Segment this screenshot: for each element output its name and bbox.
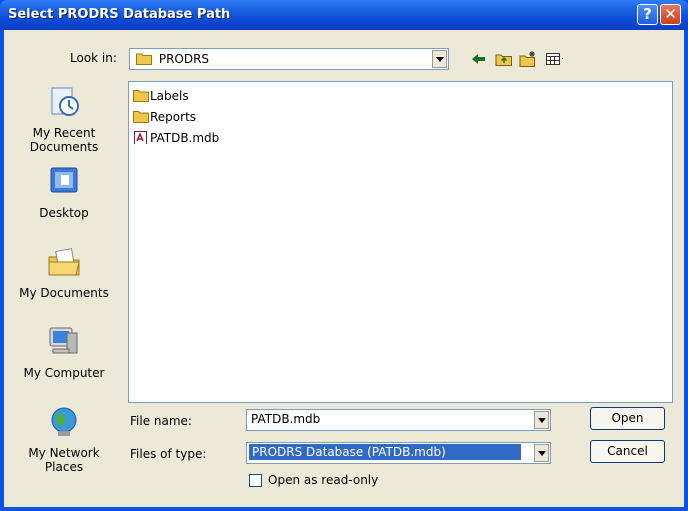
folder-icon — [133, 90, 149, 102]
list-item[interactable]: Labels — [133, 88, 189, 106]
place-my-network-places[interactable]: My Network Places — [6, 405, 122, 474]
close-button[interactable]: ✕ — [660, 4, 681, 25]
file-list[interactable]: Labels Reports PATDB.mdb — [128, 81, 673, 403]
filetype-value: PRODRS Database (PATDB.mdb) — [249, 444, 521, 460]
filename-label: File name: — [130, 414, 192, 428]
readonly-label: Open as read-only — [268, 473, 379, 487]
recent-documents-icon — [51, 87, 79, 116]
filetype-label: Files of type: — [130, 447, 207, 461]
dialog-body: Look in: PRODRS My Recent Documents Desk… — [4, 30, 684, 507]
place-label-line2: Places — [44, 460, 84, 474]
list-item[interactable]: Reports — [133, 109, 196, 127]
place-label-line1: My Recent — [32, 126, 96, 140]
place-label: Desktop — [39, 206, 89, 220]
my-computer-icon — [49, 327, 78, 354]
filetype-dropdown[interactable]: PRODRS Database (PATDB.mdb) — [246, 442, 551, 464]
cancel-button[interactable]: Cancel — [590, 440, 665, 463]
place-my-computer[interactable]: My Computer — [6, 325, 122, 380]
file-name: Reports — [150, 109, 197, 124]
open-button[interactable]: Open — [590, 407, 665, 430]
desktop-icon — [50, 167, 78, 193]
help-button[interactable]: ? — [637, 4, 658, 25]
folder-icon — [133, 111, 149, 123]
chevron-down-icon[interactable] — [534, 411, 549, 429]
filename-input[interactable]: PATDB.mdb — [246, 409, 551, 431]
network-places-icon — [51, 407, 77, 436]
place-label: My Documents — [19, 286, 109, 300]
back-arrow-icon[interactable] — [469, 50, 487, 68]
place-desktop[interactable]: Desktop — [6, 165, 122, 220]
my-documents-icon — [48, 248, 80, 276]
list-item[interactable]: PATDB.mdb — [133, 130, 219, 148]
place-my-recent-documents[interactable]: My Recent Documents — [6, 85, 122, 154]
chevron-down-icon[interactable] — [432, 50, 447, 68]
readonly-checkbox[interactable] — [249, 474, 262, 487]
title-bar[interactable]: Select PRODRS Database Path ? ✕ — [0, 0, 688, 30]
navigation-toolbar — [469, 50, 589, 70]
window-title: Select PRODRS Database Path — [8, 7, 231, 22]
place-label-line1: My Network — [28, 446, 100, 460]
dialog-window: Select PRODRS Database Path ? ✕ Look in:… — [0, 0, 688, 511]
filename-value: PATDB.mdb — [251, 412, 321, 426]
access-database-icon — [134, 131, 147, 144]
file-name: Labels — [150, 88, 189, 103]
place-my-documents[interactable]: My Documents — [6, 245, 122, 300]
up-folder-icon[interactable] — [495, 50, 513, 68]
chevron-down-icon[interactable] — [534, 444, 549, 462]
new-folder-icon[interactable] — [519, 50, 537, 68]
folder-icon — [136, 53, 152, 65]
lookin-label: Look in: — [70, 51, 117, 65]
view-menu-icon[interactable] — [545, 50, 563, 68]
lookin-value: PRODRS — [158, 51, 210, 66]
place-label-line2: Documents — [29, 140, 99, 154]
lookin-dropdown[interactable]: PRODRS — [129, 48, 449, 70]
place-label: My Computer — [23, 366, 105, 380]
file-name: PATDB.mdb — [150, 130, 220, 145]
